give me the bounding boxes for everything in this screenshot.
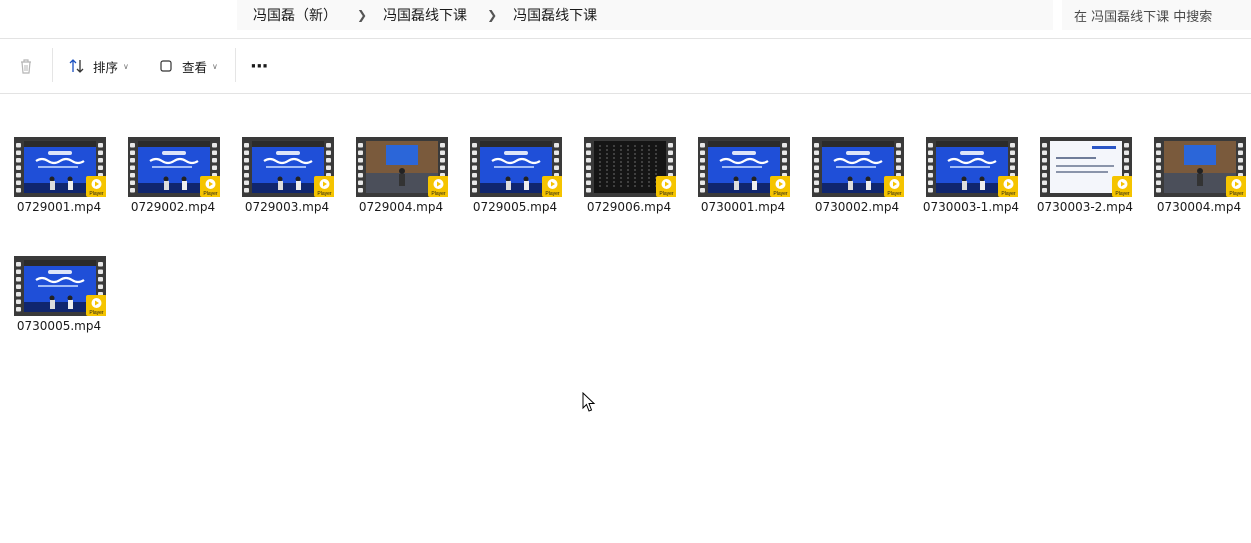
mouse-cursor-icon	[582, 392, 596, 412]
svg-text:Player: Player	[1229, 191, 1244, 197]
file-item[interactable]: Player 0729006.mp4	[572, 137, 686, 217]
command-bar: 排序 ∨ 查看 ∨ ···	[0, 39, 1251, 93]
file-name: 0730002.mp4	[814, 200, 900, 214]
breadcrumb-item-root[interactable]: 冯国磊（新）	[237, 5, 337, 25]
player-badge-icon: Player	[428, 176, 448, 197]
video-thumbnail: Player	[14, 137, 106, 197]
file-item[interactable]: Player 0729001.mp4	[2, 137, 116, 217]
view-icon	[160, 60, 172, 72]
player-badge-icon: Player	[314, 176, 334, 197]
divider	[0, 93, 1251, 94]
chevron-right-icon[interactable]: ❯	[337, 8, 367, 22]
svg-text:Player: Player	[89, 191, 104, 197]
divider	[52, 48, 53, 82]
player-badge-icon: Player	[86, 176, 106, 197]
file-name: 0730003-2.mp4	[1036, 200, 1134, 214]
file-name: 0729004.mp4	[358, 200, 444, 214]
file-name: 0729006.mp4	[586, 200, 672, 214]
file-name: 0729002.mp4	[130, 200, 216, 214]
player-badge-icon: Player	[86, 295, 106, 316]
player-badge-icon: Player	[542, 176, 562, 197]
file-item[interactable]: Player 0730003-2.mp4	[1028, 137, 1142, 217]
svg-text:Player: Player	[431, 191, 446, 197]
video-thumbnail: Player	[698, 137, 790, 197]
search-input[interactable]: 在 冯国磊线下课 中搜索	[1062, 0, 1251, 30]
svg-text:Player: Player	[1115, 191, 1130, 197]
video-thumbnail: Player	[1154, 137, 1246, 197]
sort-label: 排序	[93, 59, 119, 75]
chevron-right-icon[interactable]: ❯	[467, 8, 497, 22]
trash-icon	[21, 59, 31, 74]
svg-text:Player: Player	[1001, 191, 1016, 197]
address-row: 冯国磊（新） ❯ 冯国磊线下课 ❯ 冯国磊线下课 在 冯国磊线下课 中搜索	[0, 0, 1251, 38]
file-name: 0730005.mp4	[16, 319, 102, 333]
player-badge-icon: Player	[200, 176, 220, 197]
file-name: 0730004.mp4	[1156, 200, 1242, 214]
sort-button[interactable]: 排序 ∨	[68, 39, 129, 93]
file-name: 0729001.mp4	[16, 200, 102, 214]
more-options-button[interactable]: ···	[250, 39, 268, 93]
video-thumbnail: Player	[242, 137, 334, 197]
sort-icon	[69, 59, 84, 73]
chevron-down-icon: ∨	[123, 61, 129, 71]
view-button[interactable]: 查看 ∨	[158, 39, 218, 93]
breadcrumb-item-folder[interactable]: 冯国磊线下课	[367, 5, 467, 25]
svg-text:Player: Player	[89, 310, 104, 316]
player-badge-icon: Player	[998, 176, 1018, 197]
svg-text:Player: Player	[203, 191, 218, 197]
video-thumbnail: Player	[356, 137, 448, 197]
player-badge-icon: Player	[1226, 176, 1246, 197]
player-badge-icon: Player	[770, 176, 790, 197]
svg-text:Player: Player	[317, 191, 332, 197]
file-name: 0729005.mp4	[472, 200, 558, 214]
tab-area	[0, 0, 237, 38]
file-item[interactable]: Player 0730001.mp4	[686, 137, 800, 217]
svg-text:Player: Player	[545, 191, 560, 197]
video-thumbnail: Player	[926, 137, 1018, 197]
video-thumbnail: Player	[584, 137, 676, 197]
svg-text:Player: Player	[659, 191, 674, 197]
file-item[interactable]: Player 0730003-1.mp4	[914, 137, 1028, 217]
file-item[interactable]: Player 0729003.mp4	[230, 137, 344, 217]
file-item[interactable]: Player 0729005.mp4	[458, 137, 572, 217]
video-thumbnail: Player	[1040, 137, 1132, 197]
chevron-down-icon: ∨	[212, 61, 218, 71]
player-badge-icon: Player	[656, 176, 676, 197]
video-thumbnail: Player	[470, 137, 562, 197]
file-item[interactable]: Player 0729004.mp4	[344, 137, 458, 217]
breadcrumb[interactable]: 冯国磊（新） ❯ 冯国磊线下课 ❯ 冯国磊线下课	[237, 0, 1053, 30]
video-thumbnail: Player	[14, 256, 106, 316]
file-name: 0729003.mp4	[244, 200, 330, 214]
video-thumbnail: Player	[812, 137, 904, 197]
player-badge-icon: Player	[884, 176, 904, 197]
delete-button[interactable]	[17, 39, 35, 93]
breadcrumb-item-current[interactable]: 冯国磊线下课	[497, 5, 597, 25]
player-badge-icon: Player	[1112, 176, 1132, 197]
file-item[interactable]: Player 0729002.mp4	[116, 137, 230, 217]
file-name: 0730003-1.mp4	[922, 200, 1020, 214]
divider	[235, 48, 236, 82]
svg-text:Player: Player	[887, 191, 902, 197]
svg-text:Player: Player	[773, 191, 788, 197]
view-label: 查看	[182, 59, 208, 75]
video-thumbnail: Player	[128, 137, 220, 197]
file-name: 0730001.mp4	[700, 200, 786, 214]
file-item[interactable]: Player 0730004.mp4	[1142, 137, 1251, 217]
file-item[interactable]: Player 0730005.mp4	[2, 256, 116, 336]
file-item[interactable]: Player 0730002.mp4	[800, 137, 914, 217]
